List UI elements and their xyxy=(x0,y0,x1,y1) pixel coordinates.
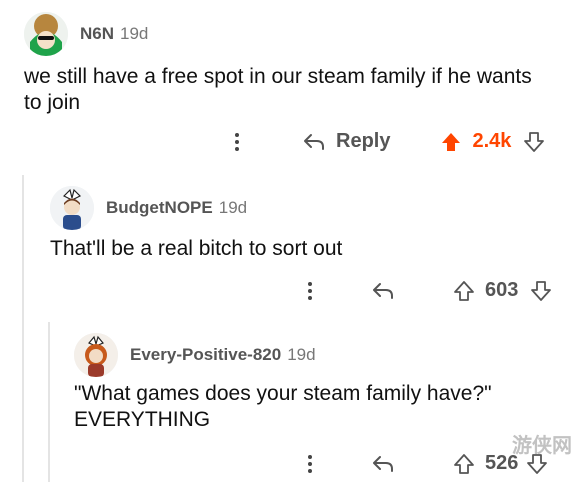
more-options-icon[interactable] xyxy=(307,281,313,300)
comment-body: we still have a free spot in our steam f… xyxy=(24,65,532,114)
upvote-button[interactable] xyxy=(453,453,475,475)
downvote-icon xyxy=(531,280,552,301)
vote-score: 2.4k xyxy=(472,130,512,152)
upvote-icon xyxy=(454,453,474,474)
avatar-every-positive-icon xyxy=(74,333,118,377)
comment-header: Every-Positive-820 19d xyxy=(74,333,574,377)
reply-arrow-icon xyxy=(304,133,324,150)
reply-arrow-icon xyxy=(373,282,393,299)
avatar[interactable] xyxy=(74,333,118,377)
reply-label: Reply xyxy=(336,130,391,152)
vote-score: 603 xyxy=(485,279,519,301)
downvote-icon xyxy=(524,131,545,152)
avatar-budgetnope-icon xyxy=(50,186,94,230)
avatar-n6n-icon xyxy=(24,12,68,56)
downvote-button[interactable] xyxy=(523,131,545,153)
username[interactable]: BudgetNOPE xyxy=(106,198,213,218)
comment-header: BudgetNOPE 19d xyxy=(50,186,570,230)
upvote-button[interactable] xyxy=(440,131,462,153)
timestamp: 19d xyxy=(218,198,248,217)
reply-button[interactable]: Reply xyxy=(302,130,390,153)
reply-arrow-icon xyxy=(373,455,393,472)
comment-actions: Reply 2.4k xyxy=(234,130,545,153)
thread-line-level2 xyxy=(48,322,50,482)
downvote-button[interactable] xyxy=(530,280,552,302)
username[interactable]: Every-Positive-820 xyxy=(130,345,281,365)
upvote-icon xyxy=(454,280,474,301)
avatar[interactable] xyxy=(24,12,68,56)
watermark: 游侠网 xyxy=(512,435,572,457)
comment-body: That'll be a real bitch to sort out xyxy=(50,237,343,260)
comment-n6n: N6N 19d we still have a free spot in our… xyxy=(24,12,574,116)
thread-line-level1 xyxy=(22,175,24,482)
reply-button[interactable] xyxy=(371,281,395,301)
comment-body: "What games does your steam family have?… xyxy=(74,381,574,433)
username[interactable]: N6N xyxy=(80,24,114,44)
comment-body-line: EVERYTHING xyxy=(74,408,211,431)
reply-button[interactable] xyxy=(371,454,395,474)
timestamp: 19d xyxy=(120,24,149,43)
comment-body-line: "What games does your steam family have?… xyxy=(74,382,492,405)
comment-header: N6N 19d xyxy=(24,12,574,56)
upvote-filled-icon xyxy=(442,132,461,151)
avatar[interactable] xyxy=(50,186,94,230)
comment-budgetnope: BudgetNOPE 19d That'll be a real bitch t… xyxy=(50,186,570,262)
more-options-icon[interactable] xyxy=(307,454,313,473)
timestamp: 19d xyxy=(287,345,316,364)
comment-every-positive-820: Every-Positive-820 19d "What games does … xyxy=(74,333,574,433)
comment-actions: 603 xyxy=(307,279,552,302)
upvote-button[interactable] xyxy=(453,280,475,302)
more-options-icon[interactable] xyxy=(234,132,240,151)
